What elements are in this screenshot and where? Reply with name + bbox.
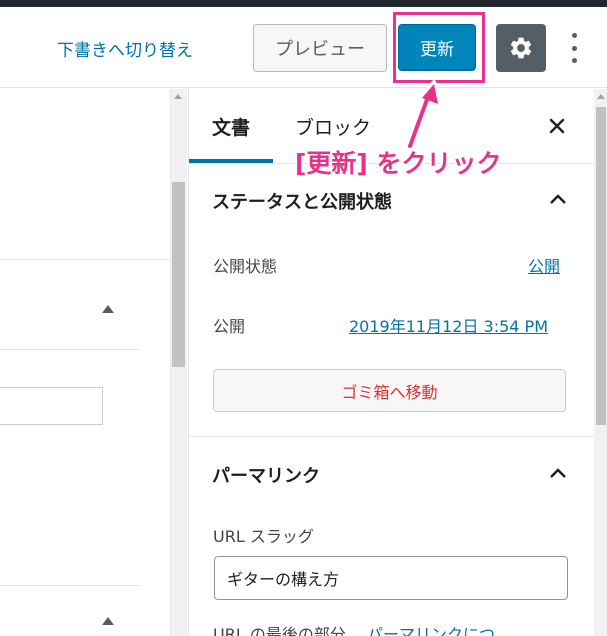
update-button[interactable]: 更新	[398, 24, 476, 71]
status-panel-title: ステータスと公開状態	[212, 192, 392, 213]
more-options-button[interactable]	[562, 29, 586, 67]
panel-divider	[189, 436, 594, 437]
close-icon[interactable]	[545, 114, 569, 138]
tab-document[interactable]: 文書	[212, 113, 250, 140]
settings-button[interactable]	[496, 24, 546, 72]
visibility-toggle[interactable]: 公開	[528, 253, 560, 277]
permalink-panel-header[interactable]: パーマリンク	[189, 439, 594, 509]
editor-scrollbar-thumb[interactable]	[172, 182, 185, 367]
editor-divider	[0, 259, 170, 260]
collapse-arrow-icon[interactable]	[102, 617, 114, 625]
editor-divider	[0, 349, 140, 350]
active-tab-indicator	[189, 159, 273, 163]
move-to-trash-button[interactable]: ゴミ箱へ移動	[213, 369, 566, 412]
publish-label: 公開	[213, 317, 246, 336]
editor-field[interactable]	[0, 387, 103, 425]
permalink-panel-title: パーマリンク	[212, 466, 320, 487]
editor-canvas	[0, 89, 187, 636]
collapse-arrow-icon[interactable]	[102, 305, 114, 313]
annotation-arrow-icon	[406, 80, 442, 150]
scroll-up-icon[interactable]	[597, 94, 605, 99]
chevron-up-icon	[550, 468, 566, 478]
preview-button[interactable]: プレビュー	[253, 24, 387, 72]
permalink-help-link[interactable]: パーマリンクにつ	[367, 625, 495, 636]
permalink-help-text: URL の最後の部分。	[213, 625, 362, 636]
chevron-up-icon	[550, 194, 566, 204]
editor-toolbar: 下書きへ切り替え プレビュー 更新	[0, 7, 607, 88]
gear-icon	[510, 37, 532, 59]
permalink-help: URL の最後の部分。 パーマリンクにつ	[213, 621, 495, 636]
switch-to-draft-link[interactable]: 下書きへ切り替え	[57, 36, 193, 61]
url-slug-label: URL スラッグ	[213, 527, 314, 546]
admin-bar	[0, 0, 607, 7]
scroll-up-icon[interactable]	[174, 94, 182, 99]
visibility-label: 公開状態	[213, 257, 278, 276]
editor-divider	[0, 585, 140, 586]
vertical-ellipsis-icon	[571, 33, 577, 38]
url-slug-input[interactable]	[214, 556, 568, 600]
sidebar-scrollbar-thumb[interactable]	[596, 107, 606, 425]
tab-block[interactable]: ブロック	[295, 113, 371, 140]
publish-date-toggle[interactable]: 2019年11月12日 3:54 PM	[349, 313, 548, 337]
click-update-annotation: [更新] をクリック	[295, 149, 502, 178]
